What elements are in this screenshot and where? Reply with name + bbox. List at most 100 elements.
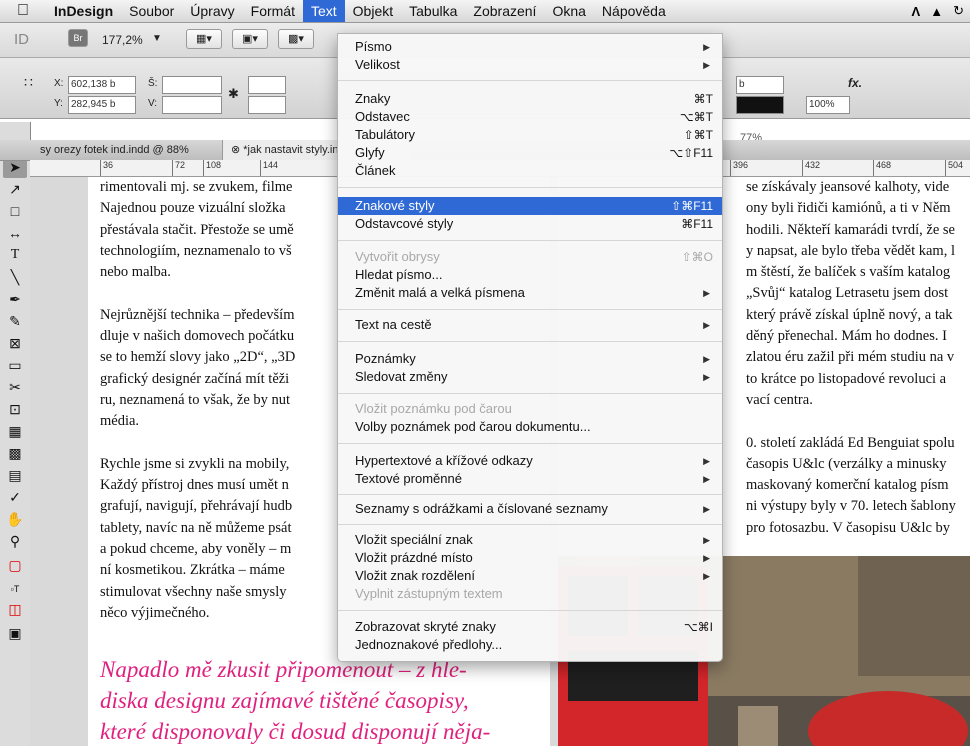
formatting-affects-icon[interactable]: ▫T xyxy=(3,578,27,600)
menu-okna[interactable]: Okna xyxy=(544,0,593,22)
stroke-type-field[interactable] xyxy=(736,96,784,114)
adobe-icon[interactable]: Λ xyxy=(912,4,921,19)
scale-y-field[interactable] xyxy=(248,96,286,114)
menu-item-volby-poznamek[interactable]: Volby poznámek pod čarou dokumentu... xyxy=(338,418,722,436)
text-line: a pokud chceme, aby voněly – m xyxy=(100,541,292,558)
menu-item-clanek[interactable]: Článek xyxy=(338,162,722,180)
text-line: se získávaly jeansové kalhoty, vide xyxy=(746,179,950,195)
text-line: ni výstupy byly v 70. letech šablony xyxy=(746,498,956,515)
zoom-tool-icon[interactable]: ⚲ xyxy=(3,530,27,552)
right-text-frame[interactable]: se získávaly jeansové kalhoty, vide ony … xyxy=(746,177,956,539)
menu-item-hledat-pismo[interactable]: Hledat písmo... xyxy=(338,266,722,284)
close-tab-icon[interactable]: ⊗ xyxy=(231,144,240,156)
y-field[interactable]: 282,945 b xyxy=(68,96,136,114)
rectangle-frame-tool-icon[interactable]: ⊠ xyxy=(3,332,27,354)
menu-item-znakove-styly[interactable]: Znakové styly ⇧⌘F11 xyxy=(338,197,722,215)
opacity-field[interactable]: 100% xyxy=(806,96,850,114)
note-tool-icon[interactable]: ▤ xyxy=(3,464,27,486)
hand-tool-icon[interactable]: ✋ xyxy=(3,508,27,530)
text-line: hodili. Někteří kamarádi tvrdí, že se xyxy=(746,221,955,238)
page-tool-icon[interactable]: □ xyxy=(3,200,27,222)
height-field[interactable] xyxy=(162,96,222,114)
menu-soubor[interactable]: Soubor xyxy=(121,0,182,22)
type-tool-icon[interactable]: T xyxy=(3,244,27,266)
bridge-button[interactable]: Br xyxy=(68,29,88,47)
menu-item-pismo[interactable]: Písmo ▶ xyxy=(338,38,722,56)
menu-item-zobrazovat-skryte[interactable]: Zobrazovat skryté znaky ⌥⌘I xyxy=(338,618,722,636)
menu-item-velikost[interactable]: Velikost ▶ xyxy=(338,56,722,74)
text-line: Rychle jsme si zvykli na mobily, xyxy=(100,455,290,472)
fx-label[interactable]: fx. xyxy=(848,76,862,90)
apple-menu-icon[interactable]:  xyxy=(0,0,46,22)
menu-item-glyfy[interactable]: Glyfy ⌥⇧F11 xyxy=(338,144,722,162)
zoom-level[interactable]: 177,2% xyxy=(102,33,143,47)
menu-item-hypertextove-odkazy[interactable]: Hypertextové a křížové odkazy ▶ xyxy=(338,452,722,470)
text-line: pro fotosazbu. V časopisu U&lc by xyxy=(746,519,951,536)
submenu-arrow-icon: ▶ xyxy=(703,60,710,70)
apply-none-icon[interactable]: ◫ xyxy=(3,598,27,620)
reference-point-icon[interactable]: ∷ xyxy=(24,74,33,91)
x-label: X: xyxy=(54,78,64,89)
menu-item-odstavec[interactable]: Odstavec ⌥⌘T xyxy=(338,108,722,126)
menu-text[interactable]: Text xyxy=(302,0,345,22)
pull-quote[interactable]: Napadlo mě zkusit připomenout – z hle- d… xyxy=(100,654,490,747)
menu-item-zmenit-mala-a-velka[interactable]: Změnit malá a velká písmena ▶ xyxy=(338,284,722,302)
free-transform-tool-icon[interactable]: ⊡ xyxy=(3,398,27,420)
menu-item-seznamy[interactable]: Seznamy s odrážkami a číslované seznamy ▶ xyxy=(338,500,722,518)
menu-item-textove-promenne[interactable]: Textové proměnné ▶ xyxy=(338,470,722,488)
gradient-tool-icon[interactable]: ▦ xyxy=(3,420,27,442)
eyedropper-tool-icon[interactable]: ✓ xyxy=(3,486,27,508)
text-line: technologiím, neznamenalo to vš xyxy=(100,242,292,259)
gradient-feather-tool-icon[interactable]: ▩ xyxy=(3,442,27,464)
ruler-tick: 468 xyxy=(873,160,891,176)
pencil-tool-icon[interactable]: ✎ xyxy=(3,310,27,332)
pen-tool-icon[interactable]: ✒ xyxy=(3,288,27,310)
menu-item-sledovat-zmeny[interactable]: Sledovat změny ▶ xyxy=(338,368,722,386)
menu-item-tabulatory[interactable]: Tabulátory ⇧⌘T xyxy=(338,126,722,144)
ruler-tick: 108 xyxy=(203,160,221,176)
x-field[interactable]: 602,138 b xyxy=(68,76,136,94)
stroke-weight-field[interactable]: b xyxy=(736,76,784,94)
fill-stroke-icon[interactable]: ▢ xyxy=(3,554,27,576)
menu-item-vlozit-prazdne-misto[interactable]: Vložit prázdné místo ▶ xyxy=(338,549,722,567)
screen-mode-icon[interactable]: ▣ xyxy=(3,622,27,644)
menu-item-vlozit-specialni-znak[interactable]: Vložit speciální znak ▶ xyxy=(338,531,722,549)
menu-item-jednoznakove-predlohy[interactable]: Jednoznakové předlohy... xyxy=(338,636,722,654)
wifi-icon[interactable]: ▲ xyxy=(930,4,943,19)
direct-selection-tool-icon[interactable]: ↗ xyxy=(3,178,27,200)
submenu-arrow-icon: ▶ xyxy=(703,571,710,581)
menu-upravy[interactable]: Úpravy xyxy=(182,0,242,22)
tab-first-document[interactable]: sy orezy fotek ind.indd @ 88% xyxy=(32,140,197,160)
menu-napoveda[interactable]: Nápověda xyxy=(594,0,674,22)
gap-tool-icon[interactable]: ↔ xyxy=(3,222,27,244)
menu-objekt[interactable]: Objekt xyxy=(345,0,401,22)
menu-item-poznamky[interactable]: Poznámky ▶ xyxy=(338,350,722,368)
menu-zobrazeni[interactable]: Zobrazení xyxy=(465,0,544,22)
menu-tabulka[interactable]: Tabulka xyxy=(401,0,465,22)
text-line: y napsat, ale bylo třeba vědět kam, l xyxy=(746,242,955,259)
menu-item-vlozit-znak-rozdeleni[interactable]: Vložit znak rozdělení ▶ xyxy=(338,567,722,585)
screen-mode-button[interactable]: ▣▾ xyxy=(232,29,268,49)
menu-item-text-na-ceste[interactable]: Text na cestě ▶ xyxy=(338,316,722,334)
constrain-icon[interactable]: ✱ xyxy=(228,86,239,102)
menu-format[interactable]: Formát xyxy=(243,0,303,22)
view-options-button[interactable]: ▦▾ xyxy=(186,29,222,49)
text-line: něco výjimečného. xyxy=(100,604,210,621)
text-line: stimulovat všechny naše smysly xyxy=(100,583,287,600)
text-line: to krátce po listopadové revoluci a xyxy=(746,370,947,387)
text-line: Každý přístroj dnes musí umět n xyxy=(100,477,289,494)
zoom-dropdown-icon[interactable]: ▼ xyxy=(152,33,162,44)
ruler-tick: 36 xyxy=(100,160,113,176)
scissors-tool-icon[interactable]: ✂ xyxy=(3,376,27,398)
width-field[interactable] xyxy=(162,76,222,94)
scale-x-field[interactable] xyxy=(248,76,286,94)
arrange-documents-button[interactable]: ▩▾ xyxy=(278,29,314,49)
rectangle-tool-icon[interactable]: ▭ xyxy=(3,354,27,376)
sync-icon[interactable]: ↻ xyxy=(953,3,964,19)
menu-item-znaky[interactable]: Znaky ⌘T xyxy=(338,90,722,108)
line-tool-icon[interactable]: ╲ xyxy=(3,266,27,288)
left-text-frame[interactable]: rimentovali mj. se zvukem, filme Najedno… xyxy=(100,177,295,624)
menu-app[interactable]: InDesign xyxy=(46,0,121,22)
text-line: Najednou pouze vizuální složka xyxy=(100,200,286,217)
menu-item-odstavcove-styly[interactable]: Odstavcové styly ⌘F11 xyxy=(338,215,722,233)
